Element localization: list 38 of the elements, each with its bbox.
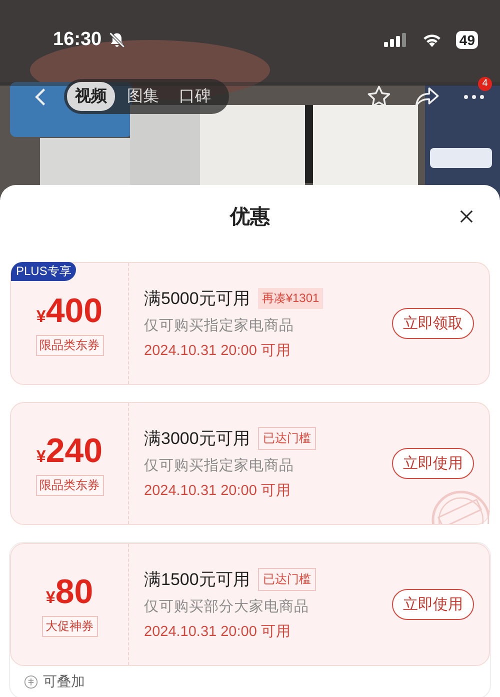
- coupon-condition: 满1500元可用: [144, 569, 250, 591]
- stack-icon: [24, 675, 38, 689]
- wifi-icon: [422, 33, 442, 47]
- plus-badge: PLUS专享: [11, 262, 76, 281]
- more-icon[interactable]: [462, 92, 486, 100]
- coupon-date: 2024.10.31 20:00 可用: [144, 482, 292, 500]
- coupon-type-tag: 大促神券: [42, 616, 98, 636]
- coupon-scope: 仅可购买部分大家电商品: [144, 598, 310, 616]
- coupon-amount: 80: [55, 572, 94, 612]
- coupon-condition: 满5000元可用: [144, 288, 250, 310]
- coupon-button[interactable]: 立即使用: [392, 448, 474, 479]
- threshold-tag: 再凑¥1301: [258, 288, 324, 309]
- coupon-button[interactable]: 立即使用: [392, 589, 474, 620]
- currency-sign: ¥: [46, 588, 56, 608]
- threshold-tag: 已达门槛: [258, 427, 316, 450]
- currency-sign: ¥: [36, 306, 46, 326]
- coupon-amount: 240: [46, 432, 103, 470]
- media-tab[interactable]: 视频: [67, 82, 115, 111]
- status-time: 16:30: [53, 29, 102, 51]
- coupon-amount: 400: [46, 292, 103, 330]
- coupon-scope: 仅可购买指定家电商品: [144, 456, 295, 475]
- signal-icon: [384, 33, 408, 47]
- stackable-note: 可叠加: [43, 673, 85, 691]
- coupon-type-tag: 限品类东券: [36, 474, 104, 496]
- coupon-scope: 仅可购买指定家电商品: [144, 316, 295, 335]
- coupon-button[interactable]: 立即领取: [392, 308, 474, 339]
- threshold-tag: 已达门槛: [258, 568, 316, 591]
- battery-indicator: 49: [456, 31, 478, 49]
- sheet-title: 优惠: [230, 204, 270, 230]
- media-tab[interactable]: 图集: [119, 82, 167, 111]
- currency-sign: ¥: [36, 446, 46, 466]
- coupon-condition: 满3000元可用: [144, 428, 250, 450]
- media-tab[interactable]: 口碑: [171, 82, 219, 111]
- coupon-date: 2024.10.31 20:00 可用: [144, 623, 292, 641]
- bell-slash-icon: [108, 31, 126, 49]
- coupon-type-tag: 限品类东券: [36, 334, 104, 356]
- close-icon[interactable]: [459, 209, 474, 224]
- coupon-date: 2024.10.31 20:00 可用: [144, 342, 292, 360]
